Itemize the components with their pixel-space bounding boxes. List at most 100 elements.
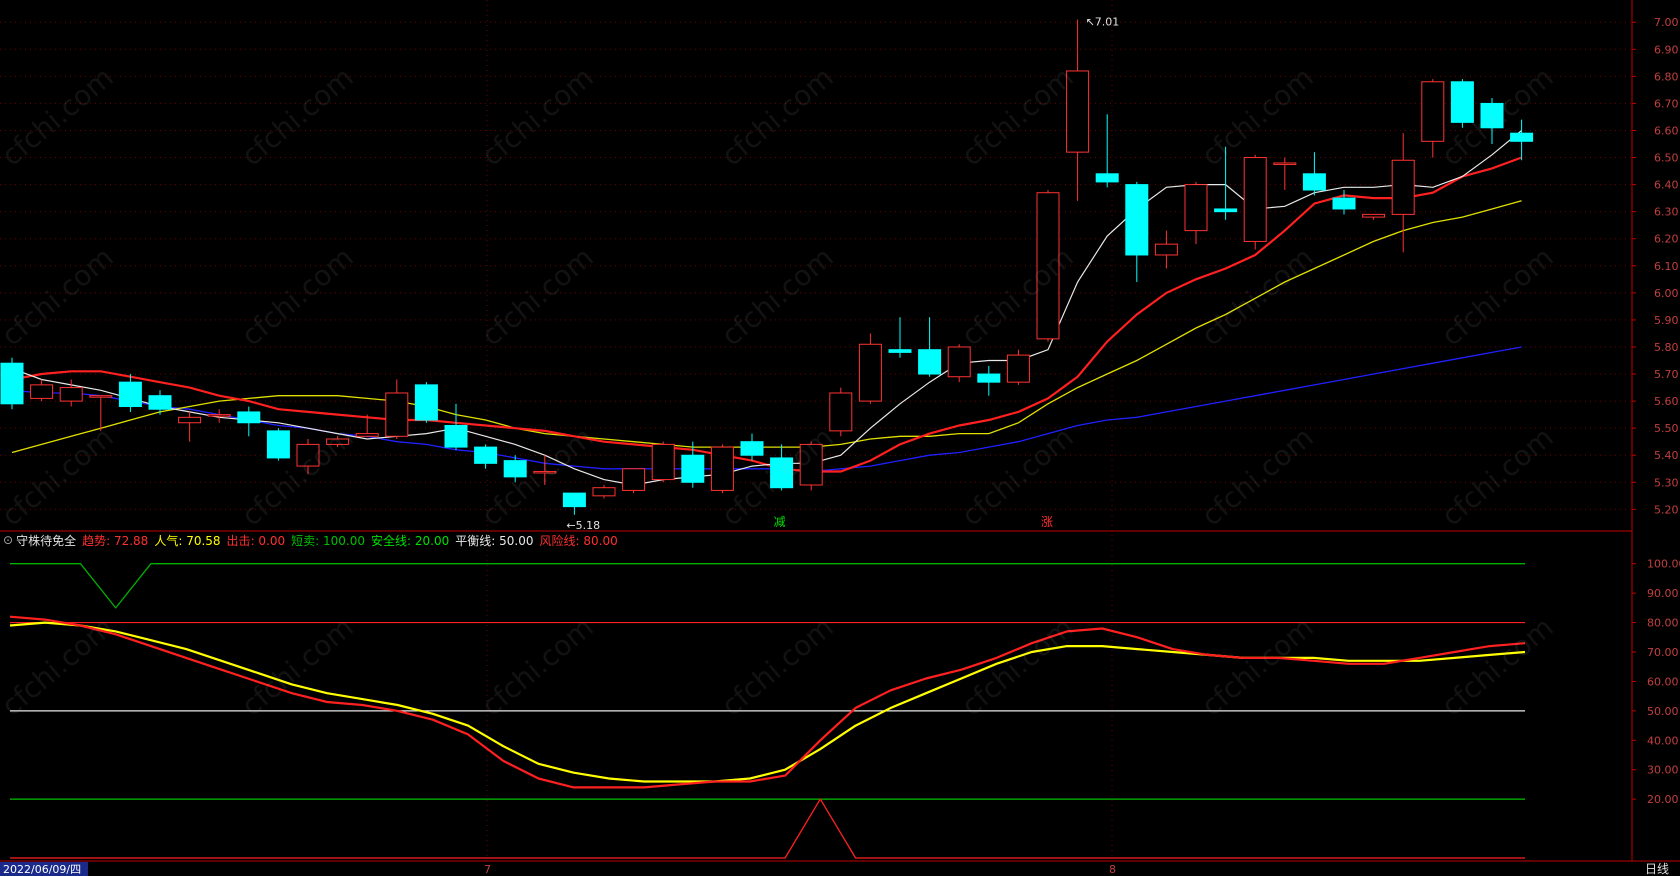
candlesticks[interactable] (0, 19, 1534, 515)
candle-body (1450, 81, 1474, 123)
legend-balance-line: 平衡线: 50.00 (455, 533, 534, 548)
candle[interactable] (1302, 152, 1326, 196)
candle[interactable] (770, 444, 794, 491)
date-label: 2022/06/09/四 (3, 863, 81, 876)
price-tick-label: 7.00 (1654, 16, 1679, 29)
indicator-tick-label: 40.00 (1647, 734, 1679, 747)
candle[interactable] (1154, 230, 1178, 269)
candle[interactable] (1391, 133, 1415, 253)
candle-body (30, 384, 54, 399)
candle[interactable] (1006, 349, 1030, 385)
candle[interactable] (1125, 181, 1149, 283)
candle[interactable] (918, 317, 942, 377)
candle[interactable] (740, 433, 764, 461)
candle[interactable] (1273, 157, 1297, 191)
collapse-icon[interactable]: ⊙ (3, 533, 13, 547)
candle-body (1510, 132, 1534, 142)
indicator-panel[interactable] (9, 563, 1526, 859)
candle[interactable] (858, 333, 882, 404)
candle[interactable] (1510, 119, 1534, 161)
candle-body (207, 414, 231, 417)
candle[interactable] (1362, 213, 1386, 220)
candle[interactable] (118, 374, 142, 412)
candle-body (355, 433, 379, 437)
candle[interactable] (207, 409, 231, 423)
candle[interactable] (1332, 190, 1356, 215)
candle[interactable] (592, 484, 616, 499)
candle-body (59, 387, 83, 402)
candle[interactable] (1066, 19, 1090, 201)
candle[interactable] (1480, 98, 1504, 145)
candle[interactable] (947, 344, 971, 383)
price-tick-label: 6.60 (1654, 124, 1679, 137)
candle[interactable] (414, 382, 438, 423)
candle[interactable] (1184, 181, 1208, 245)
candle-body (1154, 243, 1178, 256)
chart-canvas[interactable]: ↖7.01 ←5.18 减 涨 7.00 6.90 6.80 6.70 6.60 6.50 6.4… (0, 0, 1680, 876)
candle-body (681, 454, 705, 483)
ma5-line (11, 130, 1522, 486)
candle[interactable] (710, 444, 734, 494)
month-label-8: 8 (1109, 863, 1116, 876)
candle[interactable] (1243, 154, 1267, 250)
price-tick-label: 6.20 (1654, 233, 1679, 246)
indicator-tick-label: 60.00 (1647, 675, 1679, 688)
candle[interactable] (1095, 114, 1119, 188)
indicator-tick-label: 80.00 (1647, 617, 1679, 630)
candle-body (799, 443, 823, 486)
indicator-series-line (10, 563, 1525, 609)
candle-body (947, 346, 971, 378)
candle-body (0, 362, 24, 405)
ma10-line (11, 156, 1522, 473)
candle[interactable] (30, 379, 54, 402)
candle-body (414, 384, 438, 421)
candle[interactable] (799, 441, 823, 491)
candle[interactable] (1214, 146, 1238, 220)
candle[interactable] (977, 365, 1001, 396)
candle-body (977, 373, 1001, 383)
high-price-label: ↖7.01 (1086, 16, 1120, 29)
indicator-title[interactable]: 守株待免全 (16, 532, 76, 549)
candle[interactable] (622, 468, 646, 494)
candle-body (296, 443, 320, 467)
candle-body (622, 468, 646, 491)
price-tick-label: 6.10 (1654, 260, 1679, 273)
candle-body (1302, 173, 1326, 191)
candle-body (1066, 70, 1090, 153)
candle[interactable] (533, 455, 557, 485)
price-tick-label: 5.30 (1654, 476, 1679, 489)
price-tick-label: 6.30 (1654, 206, 1679, 219)
candle-body (1332, 197, 1356, 210)
legend-safety-line: 安全线: 20.00 (371, 533, 450, 548)
candle[interactable] (385, 379, 409, 439)
price-tick-label: 5.50 (1654, 422, 1679, 435)
period-label: 日线 (1645, 862, 1669, 876)
ma60-line (11, 346, 1522, 473)
candle-body (266, 430, 290, 459)
candle[interactable] (266, 428, 290, 461)
candle-body (1006, 354, 1030, 383)
candle[interactable] (296, 438, 320, 475)
candle[interactable] (1036, 190, 1060, 342)
candle[interactable] (1450, 79, 1474, 128)
candle[interactable] (1421, 79, 1445, 158)
candle-body (474, 446, 498, 464)
candle[interactable] (651, 441, 675, 483)
candle[interactable] (444, 403, 468, 450)
candle[interactable] (326, 436, 350, 448)
candle[interactable] (0, 357, 24, 410)
candle[interactable] (829, 387, 853, 437)
indicator-tick-label: 90.00 (1647, 587, 1679, 600)
candle-body (1095, 173, 1119, 183)
candle-body (651, 443, 675, 481)
candle[interactable] (178, 411, 202, 442)
candle-body (1214, 208, 1238, 213)
indicator-tick-label: 100.00 (1647, 558, 1680, 571)
candle[interactable] (562, 492, 586, 515)
candle[interactable] (237, 406, 261, 437)
candle-body (562, 492, 586, 508)
legend-risk-line: 风险线: 80.00 (539, 533, 618, 548)
candle[interactable] (474, 444, 498, 469)
candle[interactable] (888, 317, 912, 358)
candle-body (858, 343, 882, 402)
